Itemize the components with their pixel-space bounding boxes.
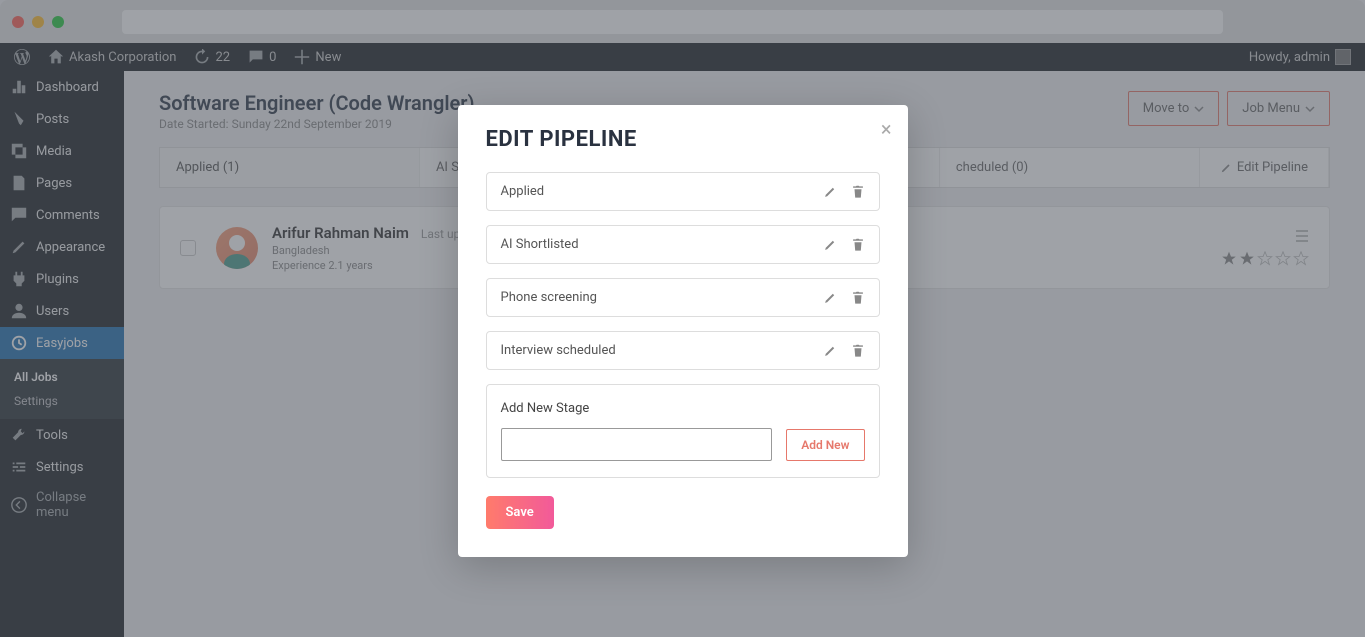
- pencil-icon[interactable]: [823, 238, 837, 252]
- stage-label: Phone screening: [501, 290, 823, 305]
- stage-label: Applied: [501, 184, 823, 199]
- trash-icon[interactable]: [851, 238, 865, 252]
- add-stage-input[interactable]: [501, 428, 773, 461]
- stage-label: Interview scheduled: [501, 343, 823, 358]
- stage-row: Phone screening: [486, 278, 880, 317]
- save-button[interactable]: Save: [486, 496, 554, 529]
- trash-icon[interactable]: [851, 185, 865, 199]
- stage-row: Interview scheduled: [486, 331, 880, 370]
- modal-close-button[interactable]: ×: [881, 117, 892, 141]
- pencil-icon[interactable]: [823, 291, 837, 305]
- edit-pipeline-modal: × EDIT PIPELINE Applied AI Shortlisted P…: [458, 105, 908, 557]
- pencil-icon[interactable]: [823, 185, 837, 199]
- add-stage-label: Add New Stage: [501, 401, 865, 416]
- trash-icon[interactable]: [851, 344, 865, 358]
- trash-icon[interactable]: [851, 291, 865, 305]
- modal-overlay[interactable]: × EDIT PIPELINE Applied AI Shortlisted P…: [0, 0, 1365, 637]
- add-new-button[interactable]: Add New: [786, 429, 864, 461]
- add-stage-section: Add New Stage Add New: [486, 384, 880, 478]
- modal-title: EDIT PIPELINE: [486, 127, 880, 152]
- stage-row: Applied: [486, 172, 880, 211]
- stage-label: AI Shortlisted: [501, 237, 823, 252]
- pencil-icon[interactable]: [823, 344, 837, 358]
- stage-row: AI Shortlisted: [486, 225, 880, 264]
